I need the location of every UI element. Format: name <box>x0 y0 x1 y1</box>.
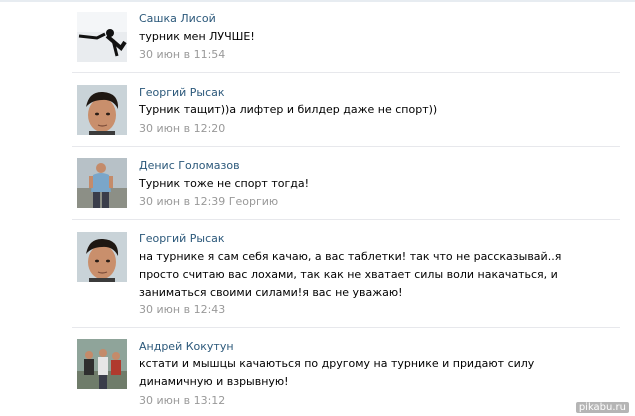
group-photo-icon <box>77 339 127 389</box>
face-icon <box>77 85 127 135</box>
comment-text: Турник тоже не спорт тогда! <box>139 177 309 190</box>
comment-divider <box>72 72 620 73</box>
comment-timestamp[interactable]: 30 июн в 11:54 <box>139 48 225 61</box>
comment-divider <box>72 327 620 328</box>
comment-timestamp[interactable]: 30 июн в 12:20 <box>139 122 225 135</box>
watermark: pikabu.ru <box>575 402 629 413</box>
comment-author[interactable]: Денис Голомазов <box>139 159 240 172</box>
standing-man-icon <box>77 158 127 208</box>
face-icon <box>77 232 127 282</box>
top-divider <box>0 0 635 2</box>
comment-author[interactable]: Георгий Рысак <box>139 86 225 99</box>
avatar[interactable] <box>77 339 127 389</box>
comment-text: на турнике я сам себя качаю, а вас табле… <box>139 250 562 299</box>
comment-text: турник мен ЛУЧШЕ! <box>139 30 255 43</box>
comments-feed: Сашка Лисой турник мен ЛУЧШЕ! 30 июн в 1… <box>0 0 635 416</box>
avatar[interactable] <box>77 158 127 208</box>
comment-timestamp[interactable]: 30 июн в 13:12 <box>139 394 225 407</box>
avatar[interactable] <box>77 85 127 135</box>
comment-text: кстати и мышцы качаються по другому на т… <box>139 357 535 388</box>
comment-divider <box>72 219 620 220</box>
avatar[interactable] <box>77 232 127 282</box>
comment-timestamp[interactable]: 30 июн в 12:43 <box>139 303 225 316</box>
silhouette-icon <box>77 12 127 62</box>
comment-author[interactable]: Андрей Кокутун <box>139 340 234 353</box>
comment-timestamp[interactable]: 30 июн в 12:39 Георгию <box>139 195 278 208</box>
comment-author[interactable]: Георгий Рысак <box>139 232 225 245</box>
avatar[interactable] <box>77 12 127 62</box>
comment-text: Турник тащит))а лифтер и билдер даже не … <box>139 103 438 116</box>
comment-divider <box>72 146 620 147</box>
comment-author[interactable]: Сашка Лисой <box>139 12 216 25</box>
